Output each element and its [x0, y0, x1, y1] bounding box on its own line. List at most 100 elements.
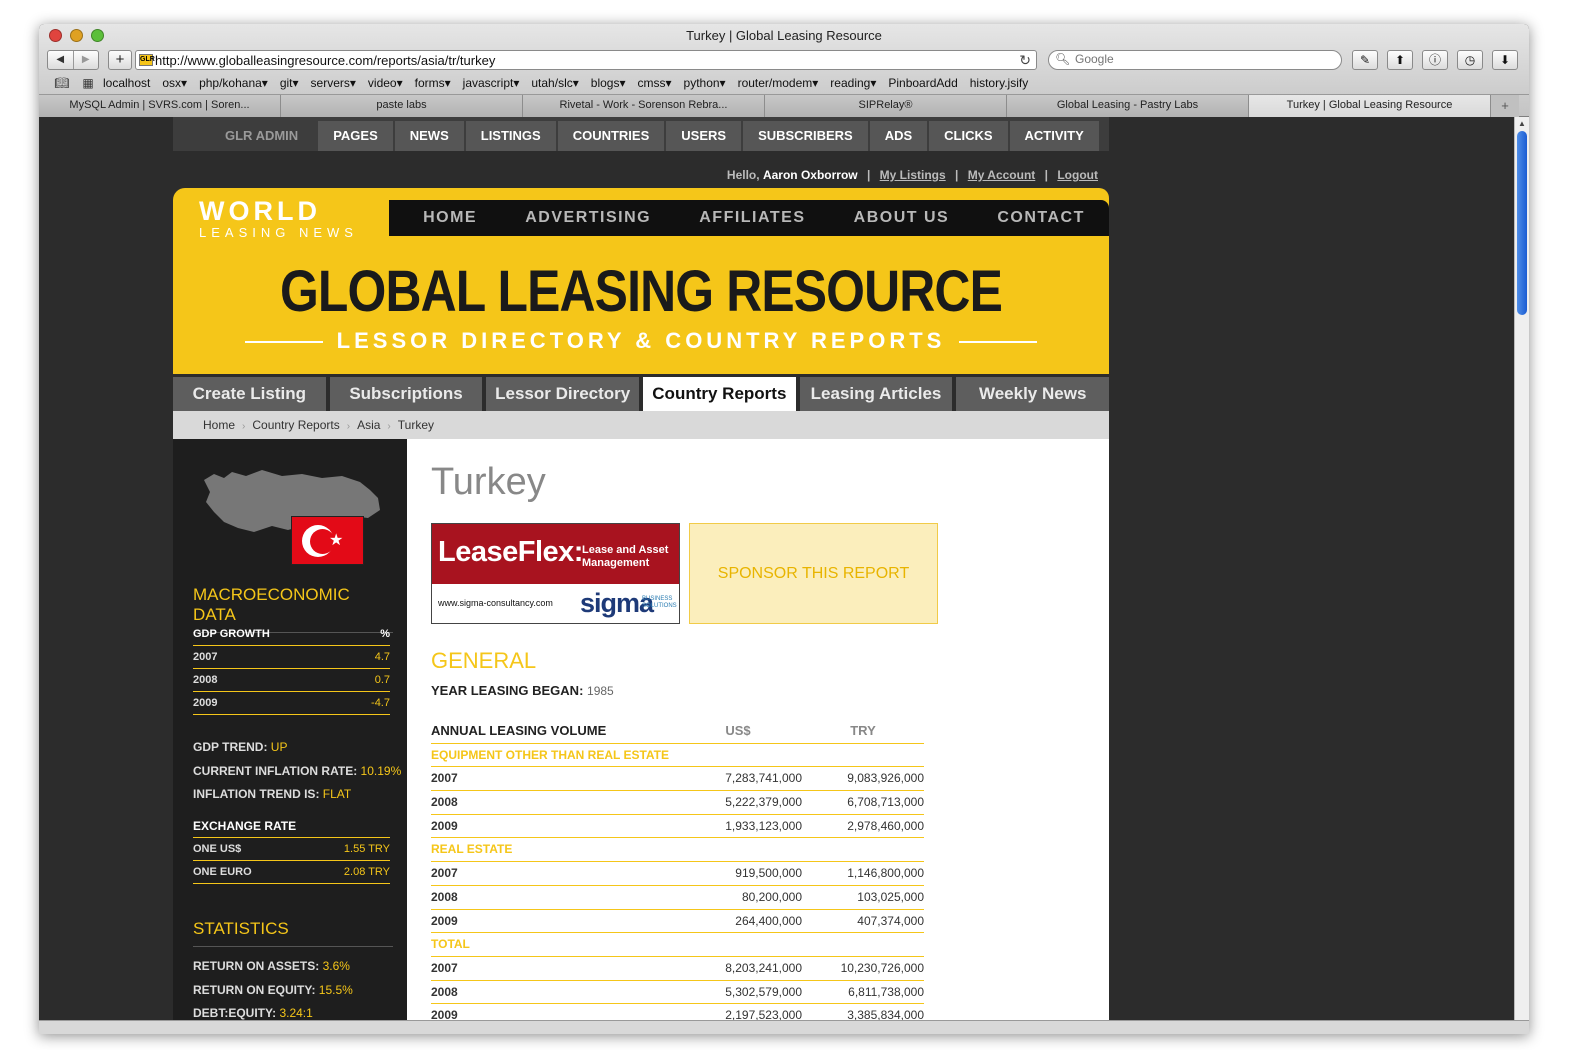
download-icon[interactable]: ⬇ [1492, 50, 1518, 70]
bookmark-item[interactable]: PinboardAdd [888, 76, 957, 90]
admin-nav-listings[interactable]: LISTINGS [465, 121, 556, 151]
admin-nav-clicks[interactable]: CLICKS [929, 121, 1008, 151]
forward-button[interactable]: ▶ [72, 51, 99, 69]
history-icon[interactable]: ◷ [1457, 50, 1483, 70]
vertical-scrollbar[interactable]: ▲ ▼ [1514, 117, 1529, 1034]
browser-tab[interactable]: Global Leasing - Pastry Labs [1007, 95, 1249, 117]
breadcrumb-home[interactable]: Home [203, 418, 235, 432]
header-nav-advertising[interactable]: ADVERTISING [525, 209, 651, 227]
snippet-icon[interactable]: ✎ [1352, 50, 1378, 70]
my-account-link[interactable]: My Account [968, 168, 1036, 182]
debt-equity: DEBT:EQUITY: 3.24:1 [193, 1006, 313, 1020]
admin-nav-activity[interactable]: ACTIVITY [1009, 121, 1099, 151]
breadcrumb-country-reports[interactable]: Country Reports [252, 418, 339, 432]
bookmark-item[interactable]: blogs▾ [591, 76, 626, 90]
ad-brand: LeaseFlex: [438, 536, 583, 568]
tab-leasing-articles[interactable]: Leasing Articles [799, 377, 953, 411]
bookmark-item[interactable]: video▾ [368, 76, 403, 90]
info-icon[interactable]: ⓘ [1422, 50, 1448, 70]
book-icon[interactable]: 📖︎ [51, 76, 73, 90]
scroll-up-icon[interactable]: ▲ [1515, 119, 1529, 128]
admin-nav-pages[interactable]: PAGES [318, 121, 393, 151]
bookmark-item[interactable]: utah/slc▾ [531, 76, 578, 90]
exchange-header: EXCHANGE RATE [193, 815, 390, 838]
bookmark-item[interactable]: git▾ [280, 76, 299, 90]
usd-value: 5,302,579,000 [725, 984, 802, 999]
pin-icon[interactable]: ⬆ [1387, 50, 1413, 70]
grid-icon[interactable]: ▦ [77, 76, 99, 90]
bookmark-item[interactable]: forms▾ [415, 76, 451, 90]
admin-nav-ads[interactable]: ADS [869, 121, 928, 151]
ad-bottom: www.sigma-consultancy.com sigma BUSINESS… [432, 584, 679, 623]
bookmark-item[interactable]: python▾ [684, 76, 726, 90]
table-row: 2007 919,500,000 1,146,800,000 [431, 862, 924, 886]
header-nav-about-us[interactable]: ABOUT US [854, 209, 950, 227]
scrollbar-thumb[interactable] [1517, 131, 1527, 315]
row-year: 2008 [431, 984, 458, 999]
bookmark-item[interactable]: localhost [103, 76, 150, 90]
sponsor-report-button[interactable]: SPONSOR THIS REPORT [689, 523, 938, 624]
browser-tab[interactable]: Rivetal - Work - Sorenson Rebra... [523, 95, 765, 117]
bookmark-item[interactable]: router/modem▾ [738, 76, 819, 90]
address-bar[interactable]: GLR http://www.globalleasingresource.com… [135, 50, 1037, 70]
site-logo[interactable]: WORLD LEASING NEWS [199, 198, 374, 241]
search-input[interactable] [1075, 52, 1325, 66]
admin-nav-glr[interactable]: GLR ADMIN [207, 121, 316, 151]
reload-icon[interactable]: ↻ [1019, 52, 1031, 69]
inflation-rate: CURRENT INFLATION RATE: 10.19% [193, 764, 401, 778]
divider [959, 341, 1038, 344]
tab-weekly-news[interactable]: Weekly News [956, 377, 1110, 411]
tab-lessor-directory[interactable]: Lessor Directory [486, 377, 640, 411]
statistics-heading: STATISTICS [193, 919, 393, 947]
browser-tab[interactable]: SIPRelay® [765, 95, 1007, 117]
usd-value: 919,500,000 [735, 866, 802, 881]
browser-tab-active[interactable]: Turkey | Global Leasing Resource [1249, 95, 1491, 117]
bookmark-item[interactable]: osx▾ [162, 76, 187, 90]
bookmark-item[interactable]: reading▾ [830, 76, 876, 90]
year-value: 1985 [587, 684, 614, 698]
search-field[interactable]: 🔍︎ [1048, 50, 1342, 70]
web-page: GLR ADMIN PAGES NEWS LISTINGS COUNTRIES … [39, 117, 1514, 1020]
tab-create-listing[interactable]: Create Listing [173, 377, 326, 411]
header-nav-affiliates[interactable]: AFFILIATES [699, 209, 805, 227]
sidebar: ★ MACROECONOMIC DATA GDP GROWTH% 2007 4.7… [173, 439, 407, 1020]
ad-tagline: Lease and Asset Management [582, 544, 668, 570]
bookmark-item[interactable]: php/kohana▾ [199, 76, 268, 90]
roa-label: RETURN ON ASSETS: [193, 959, 320, 973]
new-tab-button[interactable]: + [1491, 95, 1519, 117]
tab-country-reports[interactable]: Country Reports [643, 377, 796, 411]
usd-value: 264,400,000 [735, 913, 802, 928]
admin-nav-subscribers[interactable]: SUBSCRIBERS [743, 121, 868, 151]
exchange-rate-table: EXCHANGE RATE ONE US$ 1.55 TRY ONE EURO 2.… [193, 815, 390, 884]
ad-top: LeaseFlex: Lease and Asset Management [432, 524, 679, 584]
back-button[interactable]: ◀ [48, 51, 73, 69]
logout-link[interactable]: Logout [1057, 168, 1098, 182]
browser-chrome: Turkey | Global Leasing Resource ◀ ▶ + G… [39, 24, 1529, 117]
browser-tab[interactable]: paste labs [281, 95, 523, 117]
browser-tab[interactable]: MySQL Admin | SVRS.com | Soren... [39, 95, 281, 117]
debt-equity-value: 3.24:1 [279, 1006, 313, 1020]
bookmark-item[interactable]: history.jsify [970, 76, 1028, 90]
add-bookmark-button[interactable]: + [108, 50, 132, 70]
leaseflex-ad[interactable]: LeaseFlex: Lease and Asset Management www… [431, 523, 680, 624]
chevron-right-icon: › [346, 421, 351, 432]
admin-nav-news[interactable]: NEWS [394, 121, 464, 151]
tab-subscriptions[interactable]: Subscriptions [329, 377, 483, 411]
breadcrumb-asia[interactable]: Asia [357, 418, 380, 432]
try-value: 1,146,800,000 [847, 866, 924, 881]
url-text[interactable]: http://www.globalleasingresource.com/rep… [155, 53, 495, 68]
header-nav-contact[interactable]: CONTACT [997, 209, 1085, 227]
admin-nav-users[interactable]: USERS [666, 121, 742, 151]
bookmark-item[interactable]: cmss▾ [637, 76, 671, 90]
section-name: TOTAL [431, 937, 470, 952]
bookmark-item[interactable]: javascript▾ [463, 76, 520, 90]
exchange-row: ONE EURO 2.08 TRY [193, 861, 390, 884]
bookmark-item[interactable]: servers▾ [311, 76, 356, 90]
my-listings-link[interactable]: My Listings [880, 168, 946, 182]
header-nav-home[interactable]: HOME [423, 209, 477, 227]
exchange-label: ONE EURO [193, 866, 252, 878]
favicon: GLR [139, 54, 155, 66]
admin-nav-countries[interactable]: COUNTRIES [557, 121, 665, 151]
breadcrumb-turkey: Turkey [397, 418, 434, 432]
user-bar: Hello, Aaron Oxborrow | My Listings | My… [173, 168, 1098, 182]
